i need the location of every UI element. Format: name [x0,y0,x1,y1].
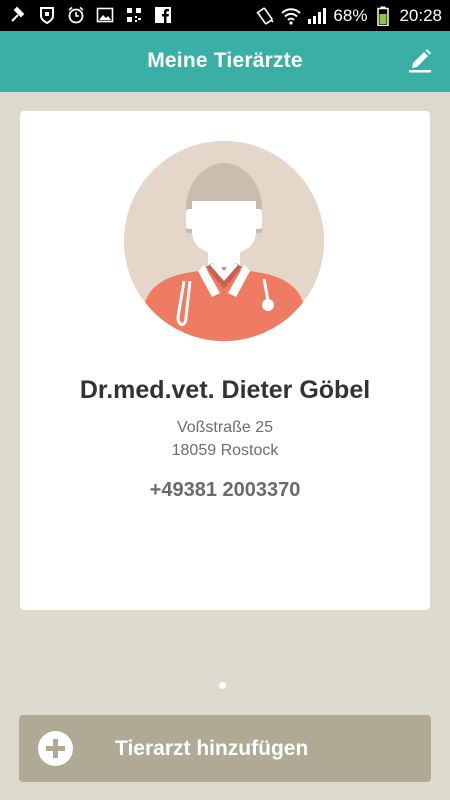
status-bar: 68% 20:28 [0,0,450,31]
clock: 20:28 [399,6,442,25]
add-vet-button[interactable]: Tierarzt hinzufügen [19,715,431,782]
add-vet-label: Tierarzt hinzufügen [115,737,309,760]
alarm-icon [66,5,86,25]
signal-icon [307,6,327,26]
page-title: Meine Tierärzte [147,49,303,72]
notification-icons [8,5,173,25]
vibrate-icon [255,6,275,26]
system-indicators: 68% 20:28 [255,4,442,28]
qr-icon [124,5,144,25]
veterinarian-avatar-icon [124,141,324,341]
address-street: Voßstraße 25 [176,419,274,436]
facebook-icon [153,5,173,25]
edit-button[interactable] [404,45,436,77]
vet-card[interactable]: Dr.med.vet. Dieter Göbel Voßstraße 25 18… [20,111,430,610]
phone-number[interactable]: +49381 2003370 [20,479,430,502]
image-icon [95,5,115,25]
plus-circle-icon [38,731,73,766]
wifi-icon [281,6,302,26]
app-bar: Meine Tierärzte [0,31,450,92]
shield-icon [37,5,57,25]
battery-icon [373,6,393,26]
address-city: 18059 Rostock [171,442,279,459]
edit-icon [406,45,434,78]
battery-percent: 68% [333,6,368,25]
page-indicator-dot [219,682,226,689]
vet-name: Dr.med.vet. Dieter Göbel [79,376,371,404]
bug-icon [8,5,28,25]
